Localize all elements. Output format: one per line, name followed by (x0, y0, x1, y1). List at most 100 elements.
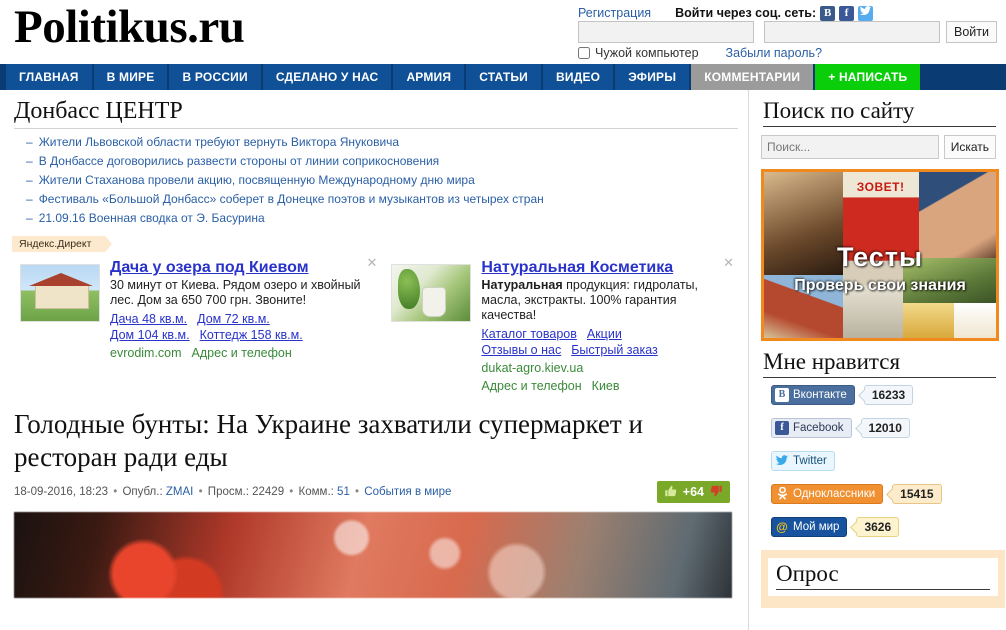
like-button-odnoklassniki[interactable]: Одноклассники (771, 484, 884, 504)
like-label: Twitter (793, 455, 827, 467)
ad-sublink[interactable]: Акции (587, 327, 622, 341)
list-item: – 21.09.16 Военная сводка от Э. Басурина (16, 211, 738, 225)
ad-thumbnail-cosmetics[interactable] (391, 264, 472, 322)
donbass-news-link[interactable]: Фестиваль «Большой Донбасс» соберет в До… (39, 192, 544, 206)
username-field[interactable] (578, 21, 754, 43)
nav-item-v-rossii[interactable]: В РОССИИ (169, 64, 261, 90)
ad-domain[interactable]: dukat-agro.kiev.ua (481, 360, 726, 376)
nav-item-stati[interactable]: СТАТЬИ (466, 64, 541, 90)
nav-item-glavnaya[interactable]: ГЛАВНАЯ (6, 64, 92, 90)
article-image[interactable] (14, 512, 732, 598)
odnoklassniki-icon (775, 486, 789, 501)
like-button-twitter[interactable]: Twitter (771, 451, 835, 471)
poll-inner: Опрос (768, 558, 998, 596)
dash-bullet-icon: – (26, 211, 33, 225)
foreign-computer-checkbox[interactable] (578, 47, 590, 59)
page-root: Politikus.ru Регистрация Войти через соц… (0, 0, 1006, 630)
ad-contact-link[interactable]: Адрес и телефон (481, 379, 581, 393)
ad-description-bold: Натуральная (481, 278, 563, 292)
forgot-password-link[interactable]: Забыли пароль? (726, 46, 823, 60)
rating-value: +64 (682, 485, 704, 499)
ad-sublink[interactable]: Отзывы о нас (481, 343, 561, 357)
nav-item-efiry[interactable]: ЭФИРЫ (615, 64, 690, 90)
ad-description: 30 минут от Киева. Рядом озеро и хвойный… (110, 278, 361, 307)
views-label: Просм.: (207, 486, 249, 498)
banner-title: Тесты (836, 241, 924, 272)
search-row: Искать (761, 135, 996, 159)
vk-icon[interactable]: В (820, 5, 836, 21)
like-label: Мой мир (793, 521, 840, 533)
main-navigation: ГЛАВНАЯ В МИРЕ В РОССИИ СДЕЛАНО У НАС АР… (0, 64, 1006, 90)
article-views: 22429 (252, 486, 285, 498)
banner-zovet-text: ЗОВЕТ! (856, 180, 905, 195)
ad-block-dacha: ✕ Дача у озера под Киевом 30 минут от Ки… (10, 257, 381, 394)
list-item: Twitter (771, 451, 996, 471)
nav-item-kommentarii[interactable]: КОММЕНТАРИИ (691, 64, 814, 90)
ad-sublinks: Каталог товаров Акции Отзывы о нас Быстрый… (481, 326, 726, 358)
ad-sublink[interactable]: Дом 104 кв.м. (110, 328, 190, 342)
ad-sublink[interactable]: Коттедж 158 кв.м. (200, 328, 303, 342)
search-button[interactable]: Искать (943, 135, 996, 159)
article-author[interactable]: ZMAI (166, 486, 193, 498)
ad-sublink[interactable]: Каталог товаров (481, 327, 576, 341)
donbass-news-link[interactable]: 21.09.16 Военная сводка от Э. Басурина (39, 211, 265, 225)
ad-body: Натуральная Косметика Натуральная продук… (481, 258, 726, 394)
article-comments-count[interactable]: 51 (337, 486, 350, 498)
ad-contact-link[interactable]: Адрес и телефон (192, 346, 292, 360)
login-panel: Регистрация Войти через соц. сеть: В f В… (560, 0, 1006, 64)
password-field[interactable] (764, 21, 940, 43)
ad-city: Киев (591, 379, 620, 393)
login-button[interactable]: Войти (946, 21, 997, 43)
list-item: – В Донбассе договорились развести сторо… (16, 154, 738, 168)
dash-bullet-icon: – (26, 154, 33, 168)
ads-row: ✕ Дача у озера под Киевом 30 минут от Ки… (10, 257, 738, 394)
ad-title-link[interactable]: Натуральная Косметика (481, 258, 673, 277)
thumb-up-icon[interactable] (664, 485, 677, 499)
nav-item-sdelano-u-nas[interactable]: СДЕЛАНО У НАС (262, 64, 392, 90)
like-button-moimir[interactable]: @ Мой мир (771, 517, 848, 537)
donbass-news-link[interactable]: В Донбассе договорились развести стороны… (39, 154, 439, 168)
like-button-vk[interactable]: В Вконтакте (771, 385, 855, 405)
nav-item-napisat[interactable]: + НАПИСАТЬ (815, 64, 921, 90)
site-header: Politikus.ru Регистрация Войти через соц… (0, 0, 1006, 64)
search-input[interactable] (761, 135, 939, 159)
thumb-down-icon[interactable] (710, 485, 723, 499)
yandex-direct-label[interactable]: Яндекс.Директ (12, 236, 113, 252)
close-icon[interactable]: ✕ (723, 257, 734, 270)
ad-domain[interactable]: evrodim.com (110, 346, 182, 360)
twitter-icon (775, 454, 789, 468)
twitter-icon[interactable] (858, 5, 874, 21)
featured-article: Голодные бунты: На Украине захватили суп… (10, 408, 738, 598)
donbass-news-link[interactable]: Жители Стаханова провели акцию, посвящен… (39, 173, 475, 187)
register-link[interactable]: Регистрация (578, 6, 651, 20)
ad-sublink[interactable]: Дом 72 кв.м. (197, 312, 270, 326)
page-content: Донбасс ЦЕНТР – Жители Львовской области… (0, 90, 1006, 630)
moimir-icon: @ (776, 520, 788, 534)
meta-separator: • (198, 486, 203, 498)
dash-bullet-icon: – (26, 192, 33, 206)
poll-title: Опрос (776, 560, 990, 590)
nav-item-v-mire[interactable]: В МИРЕ (93, 64, 168, 90)
article-category[interactable]: События в мире (364, 486, 451, 498)
ad-sublink[interactable]: Быстрый заказ (571, 343, 658, 357)
like-count-moimir: 3626 (856, 517, 900, 537)
list-item: f Facebook 12010 (771, 418, 996, 438)
article-title[interactable]: Голодные бунты: На Украине захватили суп… (14, 408, 654, 474)
facebook-icon[interactable]: f (839, 5, 855, 21)
sidebar-banner-tests[interactable]: ЗОВЕТ! Тесты Проверь свои знания (761, 169, 999, 341)
donbass-news-link[interactable]: Жители Львовской области требуют вернуть… (39, 135, 399, 149)
like-button-facebook[interactable]: f Facebook (771, 418, 852, 438)
ad-thumbnail-house[interactable] (20, 264, 100, 322)
nav-item-armiya[interactable]: АРМИЯ (393, 64, 465, 90)
donbass-news-list: – Жители Львовской области требуют верну… (10, 135, 738, 225)
nav-item-video[interactable]: ВИДЕО (543, 64, 614, 90)
meta-separator: • (113, 486, 118, 498)
ad-sublink[interactable]: Дача 48 кв.м. (110, 312, 187, 326)
list-item: – Жители Стаханова провели акцию, посвящ… (16, 173, 738, 187)
article-meta-row: 18-09-2016, 18:23 • Опубл.: ZMAI • Просм… (14, 481, 738, 503)
ad-contact-row: Адрес и телефон Киев (481, 378, 726, 394)
ad-title-link[interactable]: Дача у озера под Киевом (110, 258, 309, 277)
close-icon[interactable]: ✕ (367, 257, 378, 270)
foreign-computer-label[interactable]: Чужой компьютер (595, 46, 699, 60)
site-logo[interactable]: Politikus.ru (14, 0, 245, 56)
